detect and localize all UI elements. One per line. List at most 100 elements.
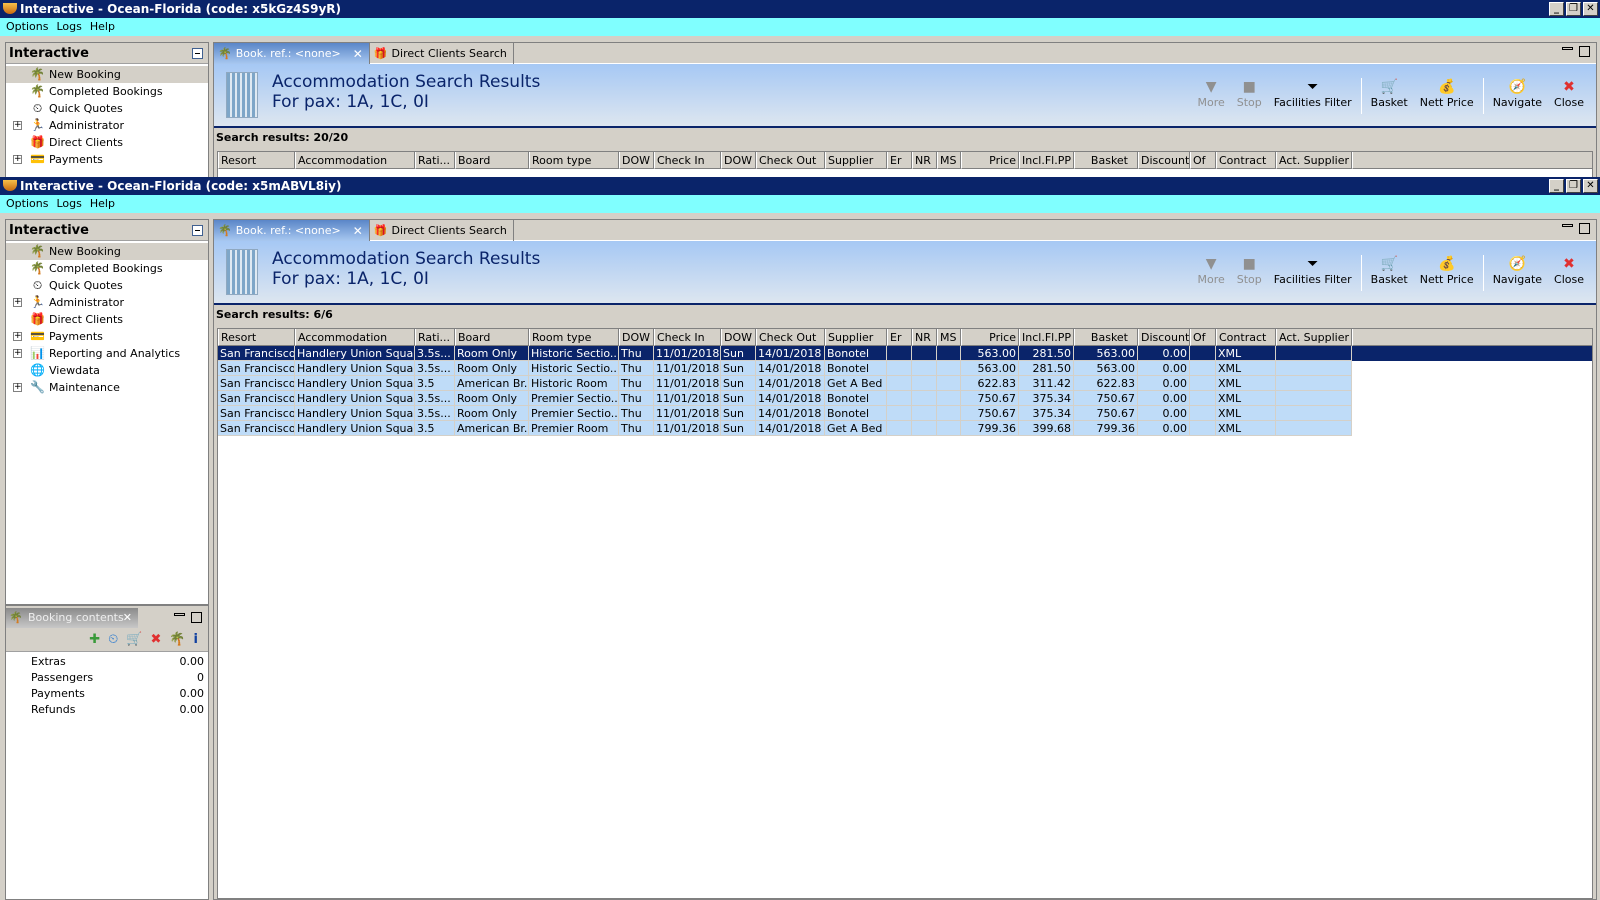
expand-icon[interactable]: +	[13, 383, 22, 392]
tree-item-direct-clients[interactable]: 🎁 Direct Clients	[6, 311, 208, 328]
tree-item-quick-quotes[interactable]: ⏲ Quick Quotes	[6, 100, 208, 117]
tree-item-completed-bookings[interactable]: 🌴 Completed Bookings	[6, 260, 208, 277]
more-button[interactable]: ▼ More	[1191, 78, 1230, 109]
column-header[interactable]: Price	[961, 152, 1019, 169]
tree-item-viewdata[interactable]: 🌐 Viewdata	[6, 362, 208, 379]
expand-icon[interactable]: +	[13, 332, 22, 341]
column-header[interactable]: Check Out	[756, 329, 825, 346]
column-header[interactable]: Er	[887, 152, 912, 169]
cart-transfer-icon[interactable]: 🛒	[126, 632, 142, 647]
table-row[interactable]: San Francisco Handlery Union Squa... 3.5s.…	[218, 406, 1352, 421]
expand-icon[interactable]: +	[13, 121, 22, 130]
column-header[interactable]: MS	[937, 329, 961, 346]
stop-button[interactable]: ■ Stop	[1231, 78, 1268, 109]
column-header[interactable]: Discount	[1138, 152, 1190, 169]
menu-options[interactable]: Options	[2, 195, 52, 213]
minimize-panel-button[interactable]	[174, 613, 185, 616]
tree-item-administrator[interactable]: + 🏃 Administrator	[6, 117, 208, 134]
restore-button[interactable]: ❐	[1566, 2, 1581, 16]
column-header[interactable]: DOW	[619, 152, 654, 169]
tree-item-administrator[interactable]: + 🏃 Administrator	[6, 294, 208, 311]
column-header[interactable]: Of	[1190, 152, 1216, 169]
table-row[interactable]: San Francisco Handlery Union Squa... 3.5s.…	[218, 361, 1352, 376]
close-button[interactable]: ✖ Close	[1548, 255, 1590, 286]
tab-booking[interactable]: 🌴 Book. ref.: <none> ✕	[214, 220, 370, 241]
column-header[interactable]: Check In	[654, 152, 721, 169]
tree-item-new-booking[interactable]: 🌴 New Booking	[6, 66, 208, 83]
table-row[interactable]: San Francisco Handlery Union Squa... 3.5s.…	[218, 346, 1592, 361]
column-header[interactable]: Supplier	[825, 329, 887, 346]
column-header[interactable]: Basket	[1074, 152, 1138, 169]
tree-item-direct-clients[interactable]: 🎁 Direct Clients	[6, 134, 208, 151]
menu-logs[interactable]: Logs	[52, 195, 85, 213]
column-header[interactable]: Rati...	[415, 329, 455, 346]
facilities-filter-button[interactable]: ⏷ Facilities Filter	[1268, 78, 1358, 109]
column-header[interactable]: Board	[455, 329, 529, 346]
close-window-button[interactable]: ✕	[1583, 2, 1598, 16]
minimize-pane-button[interactable]	[1562, 47, 1573, 50]
column-header[interactable]: DOW	[721, 329, 756, 346]
booking-contents-tab[interactable]: 🌴 Booking contents ✕	[6, 608, 138, 628]
column-header[interactable]: NR	[912, 152, 937, 169]
tree-item-reporting-and-analytics[interactable]: + 📊 Reporting and Analytics	[6, 345, 208, 362]
tab-close-icon[interactable]: ✕	[353, 44, 363, 64]
column-header[interactable]: Of	[1190, 329, 1216, 346]
column-header[interactable]: Resort	[218, 329, 295, 346]
column-header[interactable]: Contract	[1216, 152, 1276, 169]
minimize-pane-button[interactable]	[1562, 224, 1573, 227]
column-header[interactable]: Check Out	[756, 152, 825, 169]
column-header[interactable]: DOW	[619, 329, 654, 346]
column-header[interactable]: Act. Supplier	[1276, 329, 1352, 346]
minimize-button[interactable]: _	[1549, 179, 1564, 193]
nett-price-button[interactable]: 💰 Nett Price	[1414, 78, 1480, 109]
close-window-button[interactable]: ✕	[1583, 179, 1598, 193]
column-header[interactable]: Supplier	[825, 152, 887, 169]
column-header[interactable]: Act. Supplier	[1276, 152, 1352, 169]
expand-icon[interactable]: +	[13, 349, 22, 358]
column-header[interactable]: Contract	[1216, 329, 1276, 346]
more-button[interactable]: ▼ More	[1191, 255, 1230, 286]
column-header[interactable]: Basket	[1074, 329, 1138, 346]
maximize-pane-button[interactable]	[1579, 46, 1590, 57]
column-header[interactable]: DOW	[721, 152, 756, 169]
tree-item-quick-quotes[interactable]: ⏲ Quick Quotes	[6, 277, 208, 294]
palm-tree-icon[interactable]: 🌴	[169, 632, 185, 647]
column-header[interactable]: Board	[455, 152, 529, 169]
column-header[interactable]: Resort	[218, 152, 295, 169]
tree-item-payments[interactable]: + 💳 Payments	[6, 328, 208, 345]
table-row[interactable]: San Francisco Handlery Union Squa... 3.5 Am…	[218, 376, 1352, 391]
close-panel-icon[interactable]: ✕	[123, 608, 132, 628]
maximize-panel-button[interactable]	[191, 612, 202, 623]
close-button[interactable]: ✖ Close	[1548, 78, 1590, 109]
menu-logs[interactable]: Logs	[52, 18, 85, 36]
tab-direct-clients-search[interactable]: 🎁 Direct Clients Search	[370, 43, 514, 64]
maximize-pane-button[interactable]	[1579, 223, 1590, 234]
delete-icon[interactable]: ✖	[150, 632, 161, 647]
facilities-filter-button[interactable]: ⏷ Facilities Filter	[1268, 255, 1358, 286]
column-header[interactable]: Accommodation	[295, 329, 415, 346]
tab-direct-clients-search[interactable]: 🎁 Direct Clients Search	[370, 220, 514, 241]
navigate-button[interactable]: 🧭 Navigate	[1487, 78, 1548, 109]
menu-help[interactable]: Help	[86, 18, 119, 36]
tree-item-payments[interactable]: + 💳 Payments	[6, 151, 208, 168]
menu-options[interactable]: Options	[2, 18, 52, 36]
column-header[interactable]: Discount	[1138, 329, 1190, 346]
column-header[interactable]: NR	[912, 329, 937, 346]
column-header[interactable]: Price	[961, 329, 1019, 346]
expand-icon[interactable]: +	[13, 298, 22, 307]
tree-item-maintenance[interactable]: + 🔧 Maintenance	[6, 379, 208, 396]
restore-button[interactable]: ❐	[1566, 179, 1581, 193]
column-header[interactable]: Rati...	[415, 152, 455, 169]
tree-item-new-booking[interactable]: 🌴 New Booking	[6, 243, 208, 260]
table-row[interactable]: San Francisco Handlery Union Squa... 3.5s.…	[218, 391, 1352, 406]
menu-help[interactable]: Help	[86, 195, 119, 213]
column-header[interactable]: Room type	[529, 152, 619, 169]
column-header[interactable]: Check In	[654, 329, 721, 346]
tab-close-icon[interactable]: ✕	[353, 221, 363, 241]
column-header[interactable]: Er	[887, 329, 912, 346]
tab-booking[interactable]: 🌴 Book. ref.: <none> ✕	[214, 43, 370, 64]
column-header[interactable]: Incl.Fl.PP	[1019, 152, 1074, 169]
column-header[interactable]: Accommodation	[295, 152, 415, 169]
expand-icon[interactable]: +	[13, 155, 22, 164]
add-icon[interactable]: ✚	[89, 632, 100, 647]
